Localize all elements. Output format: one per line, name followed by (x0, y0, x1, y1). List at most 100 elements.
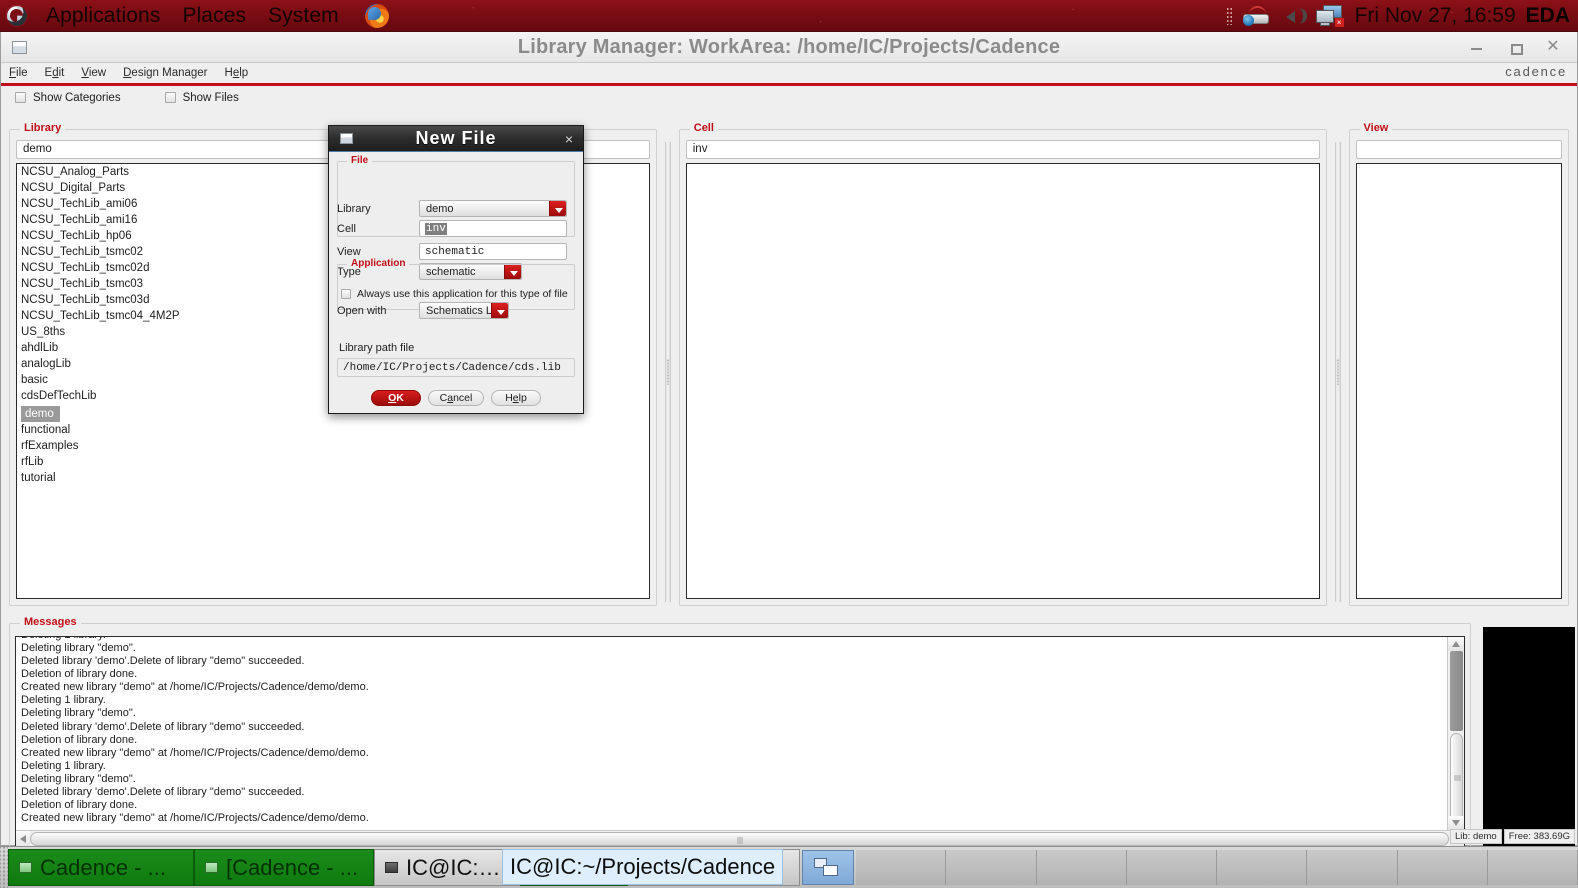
show-files-checkbox[interactable]: Show Files (165, 92, 239, 104)
open-with-row: Open with Schematics L (337, 302, 573, 319)
cell-pane: Cell inv (671, 120, 1335, 610)
open-with-combobox[interactable]: Schematics L (419, 302, 509, 319)
close-button[interactable]: ✕ (1545, 39, 1561, 55)
firefox-icon[interactable] (365, 4, 389, 28)
help-button[interactable]: Help (491, 390, 541, 406)
workspace-slot[interactable] (1398, 850, 1488, 885)
library-combobox-value: demo (426, 203, 454, 215)
menu-applications[interactable]: Applications (42, 3, 164, 29)
menu-edit[interactable]: Edit (45, 67, 65, 79)
cell-input[interactable]: inv (419, 220, 567, 237)
menu-view[interactable]: View (81, 67, 106, 79)
menubar: File Edit View Design Manager Help caden… (1, 63, 1577, 83)
application-fieldset-title: Application (347, 258, 409, 269)
taskbar-tooltip: IC@IC:~/Projects/Cadence (502, 849, 783, 885)
workspace-slot[interactable] (1127, 850, 1217, 885)
cell-list[interactable] (686, 163, 1320, 599)
system-tray: × Fri Nov 27, 16:59 EDA (1226, 4, 1578, 28)
ok-button[interactable]: OK (371, 390, 421, 406)
library-path-label: Library path file (339, 342, 414, 354)
task-label: [Cadence - ... (226, 855, 358, 881)
fedora-logo-icon[interactable] (6, 5, 28, 27)
view-group-title: View (1360, 122, 1393, 134)
scroll-track-filled[interactable] (1450, 651, 1463, 731)
window-title: Library Manager: WorkArea: /home/IC/Proj… (1, 36, 1577, 59)
show-categories-checkbox[interactable]: Show Categories (15, 92, 121, 104)
workspace-slot[interactable] (1217, 850, 1307, 885)
menu-places[interactable]: Places (178, 3, 250, 29)
minimize-button[interactable] (1469, 39, 1485, 55)
workspace-slot[interactable] (1037, 850, 1127, 885)
view-label: View (337, 246, 419, 258)
view-pane: View (1341, 120, 1578, 610)
cell-row: Cell inv (337, 220, 573, 237)
network-icon[interactable] (1243, 6, 1269, 26)
menu-file[interactable]: File (9, 67, 28, 79)
show-categories-label: Show Categories (33, 92, 121, 104)
messages-box[interactable]: Deleting 1 library. Deleting library "de… (15, 636, 1465, 848)
library-list-item[interactable]: rfExamples (17, 438, 649, 454)
browser-panes: Library demo NCSU_Analog_PartsNCSU_Digit… (1, 120, 1577, 610)
window-titlebar: Library Manager: WorkArea: /home/IC/Proj… (1, 32, 1577, 63)
view-list[interactable] (1356, 163, 1563, 599)
messages-text-area[interactable]: Deleting 1 library. Deleting library "de… (16, 637, 1446, 830)
dialog-titlebar: New File × (329, 126, 583, 152)
workspace-switcher[interactable] (802, 850, 854, 885)
library-combobox[interactable]: demo (419, 200, 567, 217)
library-list-item-selected[interactable]: demo (21, 406, 60, 422)
messages-group-title: Messages (20, 616, 81, 628)
task-label: Cadence - ... (40, 855, 166, 881)
task-button-2[interactable]: IC@IC:~/P (374, 849, 520, 886)
cancel-button[interactable]: Cancel (428, 390, 484, 406)
messages-section: Messages Deleting 1 library. Deleting li… (1, 617, 1578, 862)
view-filter-input[interactable] (1356, 140, 1563, 159)
chevron-down-icon[interactable] (491, 303, 508, 318)
task-button-0[interactable]: Cadence - ... (8, 849, 194, 886)
library-list-item[interactable]: tutorial (17, 470, 649, 486)
screen: Applications Places System × Fri Nov 27,… (0, 0, 1578, 888)
dialog-body: File Library demo Cell inv View schemati… (329, 152, 583, 415)
message-line: Created new library "demo" at /home/IC/P… (21, 747, 1446, 760)
workspace-slot[interactable] (1307, 850, 1397, 885)
menu-system[interactable]: System (264, 3, 343, 29)
cell-group: Cell inv (679, 129, 1327, 606)
terminal-overlay-panel (1483, 627, 1575, 855)
display-icon[interactable]: × (1315, 5, 1345, 27)
message-line: Deleted library 'demo'.Delete of library… (21, 721, 1446, 734)
maximize-button[interactable] (1507, 39, 1523, 55)
workspace-slot[interactable] (856, 850, 946, 885)
menu-design-manager[interactable]: Design Manager (123, 67, 207, 79)
view-input-value: schematic (425, 246, 484, 258)
always-use-application-checkbox[interactable]: Always use this application for this typ… (341, 288, 568, 300)
menu-help[interactable]: Help (225, 67, 249, 79)
scroll-thumb[interactable] (1450, 733, 1463, 823)
taskbar-grip-handle[interactable] (0, 847, 8, 888)
library-list-item[interactable]: functional (17, 422, 649, 438)
tray-grip-handle[interactable] (1226, 7, 1233, 25)
messages-group: Messages Deleting 1 library. Deleting li… (9, 623, 1471, 854)
dialog-close-icon[interactable]: × (565, 131, 573, 147)
cell-filter-input[interactable]: inv (686, 140, 1320, 159)
cadence-brand-logo: cadence (1505, 64, 1567, 79)
message-line: Deleting library "demo". (21, 642, 1446, 655)
workspace-slot[interactable] (1488, 850, 1578, 885)
always-use-application-label: Always use this application for this typ… (357, 288, 568, 300)
dialog-title: New File (329, 128, 583, 149)
task-label: IC@IC:~/P (406, 855, 509, 881)
library-list-item[interactable]: rfLib (17, 454, 649, 470)
message-line: Deletion of library done. (21, 734, 1446, 747)
chevron-down-icon[interactable] (549, 201, 566, 216)
taskbar: Cadence - ... [Cadence - ... IC@IC:~/P e… (0, 846, 1578, 888)
terminal-icon (385, 862, 398, 873)
view-input[interactable]: schematic (419, 243, 567, 260)
clock[interactable]: Fri Nov 27, 16:59 (1355, 4, 1516, 28)
volume-icon[interactable] (1279, 6, 1305, 26)
task-button-1[interactable]: [Cadence - ... (194, 849, 374, 886)
workspace-slot[interactable] (946, 850, 1036, 885)
cell-input-value: inv (425, 223, 447, 235)
message-line: Deletion of library done. (21, 668, 1446, 681)
checkbox-box (165, 92, 176, 103)
message-line: Deleting library "demo". (21, 707, 1446, 720)
scroll-up-arrow-icon[interactable] (1448, 637, 1465, 651)
messages-vertical-scrollbar[interactable] (1447, 637, 1464, 830)
